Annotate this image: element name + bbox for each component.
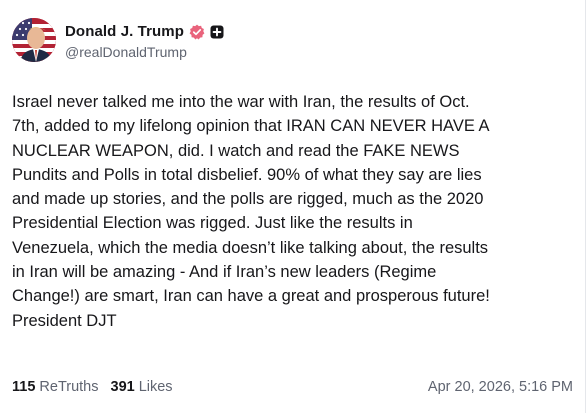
likes-stat[interactable]: 391 Likes <box>111 379 173 395</box>
likes-count: 391 <box>110 379 135 395</box>
name-row: Donald J. Trump <box>65 21 224 43</box>
author-names: Donald J. Trump @realDonaldTrump <box>65 21 224 60</box>
post-footer: 115 ReTruths 391 Likes Apr 20, 2026, 5:1… <box>12 379 573 395</box>
post-header: Donald J. Trump @realDonaldTrump <box>12 18 224 62</box>
post-text: Israel never talked me into the war with… <box>12 93 490 330</box>
author-handle[interactable]: @realDonaldTrump <box>65 44 224 60</box>
post-timestamp[interactable]: Apr 20, 2026, 5:16 PM <box>428 379 573 395</box>
plus-badge-icon <box>210 25 224 39</box>
post-card: Donald J. Trump @realDonaldTrump Israel … <box>0 0 586 413</box>
retruths-label: ReTruths <box>39 379 99 395</box>
retruths-stat[interactable]: 115 ReTruths <box>12 379 99 395</box>
display-name[interactable]: Donald J. Trump <box>65 23 184 40</box>
avatar[interactable] <box>12 18 56 62</box>
likes-label: Likes <box>138 379 173 395</box>
verified-check-icon <box>189 24 205 40</box>
engagement-stats: 115 ReTruths 391 Likes <box>12 379 185 395</box>
avatar-image <box>12 18 56 62</box>
retruths-count: 115 <box>12 379 36 395</box>
